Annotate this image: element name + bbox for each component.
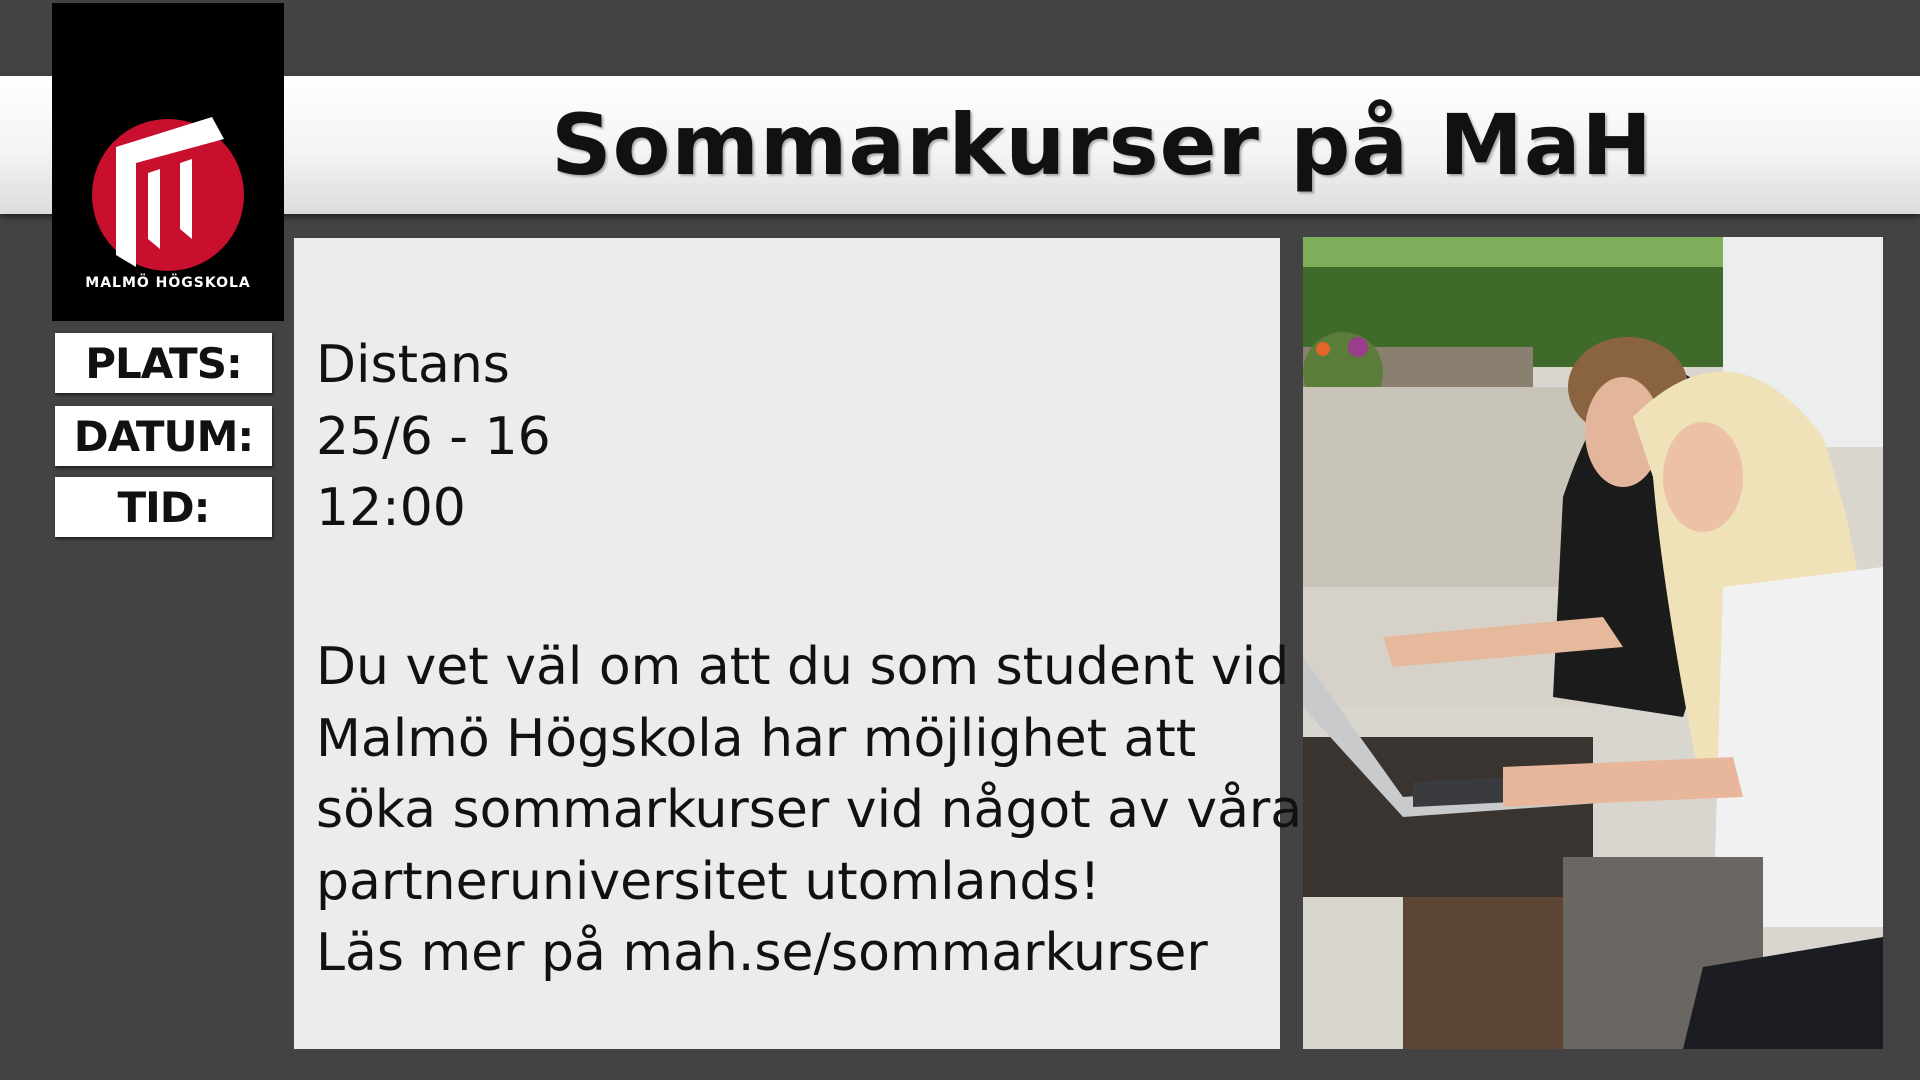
date-label: DATUM: [55,406,272,466]
page-title: Sommarkurser på MaH [551,96,1653,194]
time-label: TID: [55,477,272,537]
date-value: 25/6 - 16 [316,407,551,467]
malmo-hogskola-logo: MALMÖ HÖGSKOLA [52,3,284,321]
place-value: Distans [316,335,510,395]
time-value: 12:00 [316,478,466,538]
body-line: Du vet väl om att du som student vid [316,637,1290,697]
body-line: Malmö Högskola har möjlighet att [316,709,1197,769]
content-panel: Distans 25/6 - 16 12:00 Du vet väl om at… [294,238,1302,1049]
link-line: Läs mer på mah.se/sommarkurser [316,923,1208,983]
title-banner: Sommarkurser på MaH [0,76,1920,214]
students-photo [1303,237,1883,1049]
logo-emblem-icon [92,117,244,271]
place-label: PLATS: [55,333,272,393]
body-line: partneruniversitet utomlands! [316,852,1101,912]
logo-text: MALMÖ HÖGSKOLA [85,275,251,291]
body-line: söka sommarkurser vid något av våra [316,780,1303,840]
